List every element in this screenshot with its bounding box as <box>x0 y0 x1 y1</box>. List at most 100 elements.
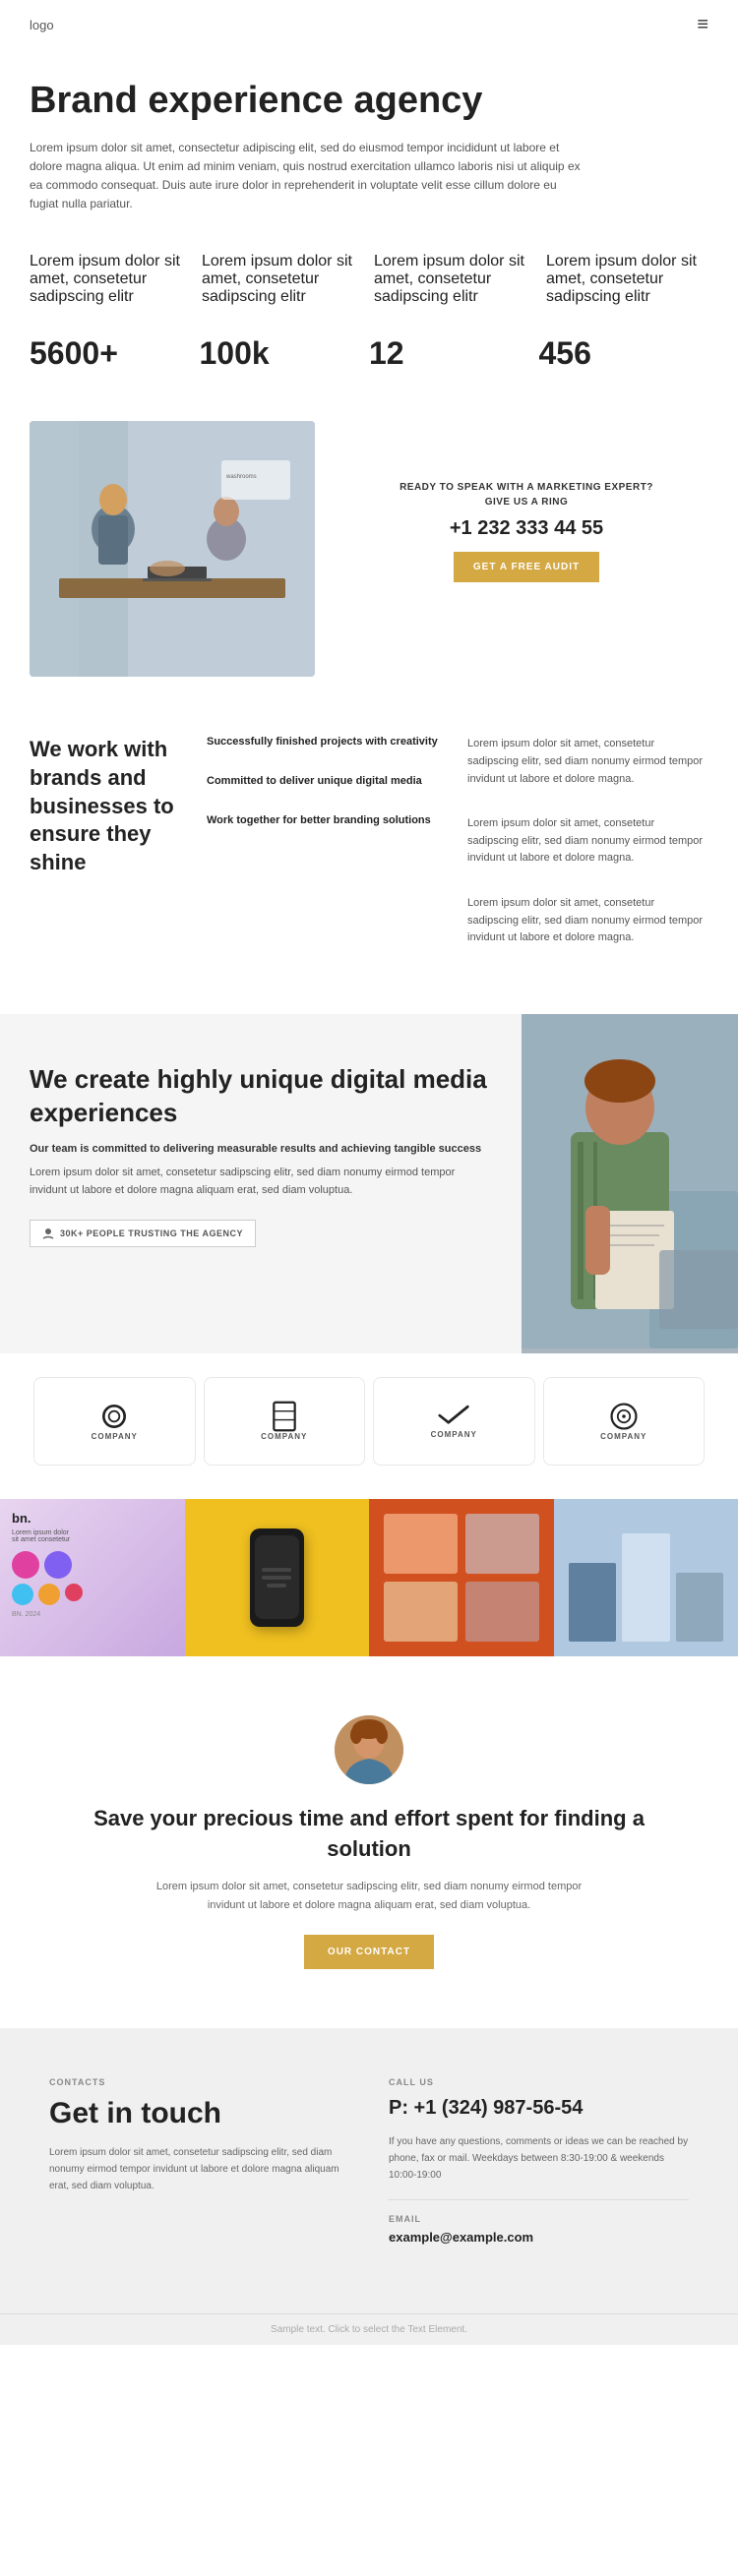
hero-title: Brand experience agency <box>30 80 708 123</box>
feature-text-2: Lorem ipsum dolor sit amet, consetetur s… <box>202 253 364 306</box>
email-label: EMAIL <box>389 2214 689 2224</box>
cta-section: washrooms READY TO SPEAK WITH A MARKETIN… <box>0 401 738 696</box>
stationery-grid <box>369 1499 554 1656</box>
testimonial-body: Lorem ipsum dolor sit amet, consetetur s… <box>153 1878 585 1914</box>
portfolio-item-3 <box>369 1499 554 1656</box>
brand-item-2: Committed to deliver unique digital medi… <box>207 775 448 787</box>
brands-section: We work with brands and businesses to en… <box>0 696 738 1013</box>
stationery-3 <box>384 1582 458 1642</box>
cta-box: READY TO SPEAK WITH A MARKETING EXPERT? … <box>344 421 708 614</box>
digital-right-image <box>522 1014 738 1353</box>
company-2-icon <box>271 1401 298 1432</box>
hero-section: Brand experience agency Lorem ipsum dolo… <box>0 50 738 233</box>
call-us-description: If you have any questions, comments or i… <box>389 2133 689 2184</box>
email-address: example@example.com <box>389 2230 689 2245</box>
trust-badge: 30K+ PEOPLE TRUSTING THE AGENCY <box>30 1220 256 1247</box>
portfolio-brand-text: Lorem ipsum dolorsit amet consetetur <box>12 1529 173 1543</box>
digital-body: Lorem ipsum dolor sit amet, consetetur s… <box>30 1165 492 1199</box>
company-logo-2: COMPANY <box>204 1377 366 1466</box>
brands-right: Lorem ipsum dolor sit amet, consetetur s… <box>467 736 708 974</box>
book-3 <box>676 1573 724 1642</box>
avatar <box>335 1715 403 1784</box>
company-logo-1: COMPANY <box>33 1377 196 1466</box>
dot-purple <box>44 1551 72 1579</box>
portfolio-code-text: BN. 2024 <box>12 1611 173 1618</box>
call-us-label: CALL US <box>389 2077 689 2087</box>
digital-image-svg <box>522 1014 738 1348</box>
header: logo ≡ <box>0 0 738 50</box>
stat-number-1: 5600+ <box>30 335 200 372</box>
dot-blue <box>12 1584 33 1605</box>
avatar-image <box>335 1715 403 1784</box>
phone-screen-line3 <box>267 1584 286 1588</box>
feature-text-1: Lorem ipsum dolor sit amet, consetetur s… <box>30 253 192 306</box>
stationery-2 <box>465 1514 539 1574</box>
brands-middle: Successfully finished projects with crea… <box>207 736 448 974</box>
brand-item-title-2: Committed to deliver unique digital medi… <box>207 775 448 787</box>
phone-screen-line2 <box>262 1576 291 1580</box>
brand-desc-3: Lorem ipsum dolor sit amet, consetetur s… <box>467 895 708 947</box>
brands-heading: We work with brands and businesses to en… <box>30 736 187 876</box>
company-1-icon <box>98 1401 130 1432</box>
brand-desc-1: Lorem ipsum dolor sit amet, consetetur s… <box>467 736 708 788</box>
get-free-audit-button[interactable]: GET A FREE AUDIT <box>454 552 599 582</box>
portfolio-item-4 <box>554 1499 738 1656</box>
phone-mockup <box>250 1528 304 1627</box>
portfolio-brand-label: bn. <box>12 1511 173 1526</box>
svg-text:washrooms: washrooms <box>225 474 257 480</box>
stationery-4 <box>465 1582 539 1642</box>
company-1-name: COMPANY <box>92 1432 138 1441</box>
contacts-heading: Get in touch <box>49 2097 349 2130</box>
call-us-col: CALL US P: +1 (324) 987-56-54 If you hav… <box>369 2058 708 2264</box>
books-container <box>554 1499 738 1656</box>
stationery-1 <box>384 1514 458 1574</box>
bottom-bar: Sample text. Click to select the Text El… <box>0 2313 738 2345</box>
digital-section: We create highly unique digital media ex… <box>0 1014 738 1353</box>
feature-text-4: Lorem ipsum dolor sit amet, consetetur s… <box>546 253 708 306</box>
digital-heading: We create highly unique digital media ex… <box>30 1063 492 1130</box>
logo: logo <box>30 18 54 32</box>
stat-number-3: 12 <box>369 335 539 372</box>
cta-phone: +1 232 333 44 55 <box>364 517 689 540</box>
company-logo-3: COMPANY <box>373 1377 535 1466</box>
book-1 <box>569 1563 617 1642</box>
divider <box>389 2199 689 2200</box>
phone-screen <box>255 1535 299 1619</box>
hero-description: Lorem ipsum dolor sit amet, consectetur … <box>30 139 581 214</box>
feature-item: Lorem ipsum dolor sit amet, consetetur s… <box>30 253 192 306</box>
digital-left: We create highly unique digital media ex… <box>0 1014 522 1353</box>
contacts-body: Lorem ipsum dolor sit amet, consetetur s… <box>49 2144 349 2194</box>
book-2 <box>622 1533 670 1642</box>
feature-item: Lorem ipsum dolor sit amet, consetetur s… <box>546 253 708 306</box>
portfolio-item-1: bn. Lorem ipsum dolorsit amet consetetur… <box>0 1499 185 1656</box>
feature-text-3: Lorem ipsum dolor sit amet, consetetur s… <box>374 253 536 306</box>
bottom-bar-text: Sample text. Click to select the Text El… <box>271 2324 467 2335</box>
portfolio-item-2 <box>185 1499 370 1656</box>
stat-item: 5600+ <box>30 335 200 372</box>
contacts-label: CONTACTS <box>49 2077 349 2087</box>
portfolio-grid: bn. Lorem ipsum dolorsit amet consetetur… <box>0 1499 738 1656</box>
testimonial-section: Save your precious time and effort spent… <box>0 1666 738 1999</box>
feature-item: Lorem ipsum dolor sit amet, consetetur s… <box>202 253 364 306</box>
contacts-col: CONTACTS Get in touch Lorem ipsum dolor … <box>30 2058 369 2264</box>
digital-subheading: Our team is committed to delivering meas… <box>30 1143 492 1155</box>
hamburger-menu-icon[interactable]: ≡ <box>697 14 708 36</box>
brand-item-title-1: Successfully finished projects with crea… <box>207 736 448 748</box>
dot-orange <box>38 1584 60 1605</box>
stat-number-2: 100k <box>200 335 370 372</box>
brand-item-title-3: Work together for better branding soluti… <box>207 814 448 826</box>
company-3-name: COMPANY <box>431 1430 477 1439</box>
person-icon <box>42 1228 54 1239</box>
brand-item-3: Work together for better branding soluti… <box>207 814 448 826</box>
brand-desc-2: Lorem ipsum dolor sit amet, consetetur s… <box>467 815 708 868</box>
company-3-icon <box>438 1403 469 1430</box>
our-contact-button[interactable]: OUR CONTACT <box>304 1935 434 1969</box>
dot-red <box>65 1584 83 1601</box>
ready-label: READY TO SPEAK WITH A MARKETING EXPERT? … <box>364 480 689 509</box>
testimonial-heading: Save your precious time and effort spent… <box>79 1804 659 1865</box>
cta-image: washrooms <box>30 421 315 677</box>
brand-item-1: Successfully finished projects with crea… <box>207 736 448 748</box>
stats-section: 5600+ 100k 12 456 <box>0 326 738 401</box>
stat-item: 100k <box>200 335 370 372</box>
features-row: Lorem ipsum dolor sit amet, consetetur s… <box>0 233 738 326</box>
